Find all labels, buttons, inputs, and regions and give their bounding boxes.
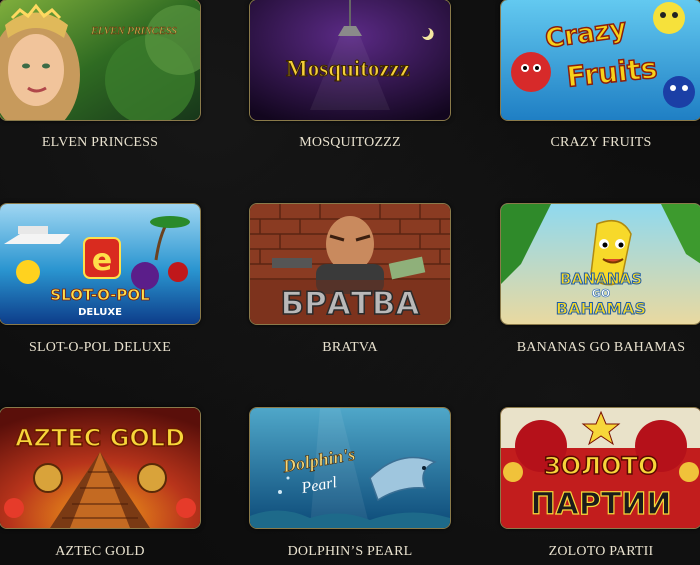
bratva-logo: БРАТВА (280, 286, 419, 322)
zoloto-partii-logo-line-2: ПАРТИИ (531, 487, 672, 522)
elven-princess-artwork: ELVEN PRINCESS (0, 0, 200, 120)
bananas-go-bahamas-artwork: BANANAS GO BAHAMAS (501, 204, 700, 324)
game-card-mosquitozzz[interactable]: Mosquitozzz MOSQUITOZZZ (249, 0, 451, 150)
game-card-dolphins-pearl[interactable]: Dolphin's Pearl DOLPHIN’S PEARL (249, 407, 451, 559)
game-title[interactable]: ELVEN PRINCESS (0, 135, 230, 151)
bananas-logo-line-1: BANANAS (560, 270, 642, 288)
game-grid: ELVEN PRINCESS ELVEN PRINCESS Mosquitozz… (0, 0, 700, 565)
game-title[interactable]: SLOT-O-POL DELUXE (0, 340, 230, 356)
zoloto-partii-logo-line-1: ЗОЛОТО (544, 452, 659, 480)
game-card-crazy-fruits[interactable]: Crazy Fruits CRAZY FRUITS (500, 0, 700, 150)
game-title[interactable]: ZOLOTO PARTII (471, 544, 700, 560)
aztec-gold-artwork: AZTEC GOLD (0, 408, 200, 528)
game-title[interactable]: CRAZY FRUITS (471, 135, 700, 151)
game-card-slot-o-pol[interactable]: e SLOT-O-POL DELUXE SLOT-O-POL DELUXE (0, 203, 201, 355)
mosquitozzz-artwork: Mosquitozzz (250, 0, 450, 120)
game-thumbnail-bratva[interactable]: БРАТВА (249, 203, 451, 325)
game-thumbnail-mosquitozzz[interactable]: Mosquitozzz (249, 0, 451, 121)
game-card-aztec-gold[interactable]: AZTEC GOLD AZTEC GOLD (0, 407, 201, 559)
slot-o-pol-logo-line-1: SLOT-O-POL (50, 286, 150, 304)
dolphins-pearl-artwork: Dolphin's Pearl (250, 408, 450, 528)
game-title[interactable]: MOSQUITOZZZ (220, 135, 480, 151)
slot-o-pol-artwork: e SLOT-O-POL DELUXE (0, 204, 200, 324)
zoloto-partii-artwork: ЗОЛОТО ПАРТИИ (501, 408, 700, 528)
crazy-fruits-artwork: Crazy Fruits (501, 0, 700, 120)
mosquitozzz-logo: Mosquitozzz (286, 56, 410, 81)
elven-princess-logo: ELVEN PRINCESS (90, 25, 177, 37)
aztec-gold-logo: AZTEC GOLD (15, 424, 185, 452)
game-card-bratva[interactable]: БРАТВА BRATVA (249, 203, 451, 355)
game-title[interactable]: AZTEC GOLD (0, 544, 230, 560)
bratva-artwork: БРАТВА (250, 204, 450, 324)
svg-text:e: e (92, 243, 112, 278)
game-title[interactable]: BRATVA (220, 340, 480, 356)
game-card-bananas-go-bahamas[interactable]: BANANAS GO BAHAMAS BANANAS GO BAHAMAS (500, 203, 700, 355)
slot-o-pol-logo-line-2: DELUXE (78, 307, 122, 318)
game-thumbnail-aztec-gold[interactable]: AZTEC GOLD (0, 407, 201, 529)
game-card-elven-princess[interactable]: ELVEN PRINCESS ELVEN PRINCESS (0, 0, 201, 150)
game-thumbnail-elven-princess[interactable]: ELVEN PRINCESS (0, 0, 201, 121)
game-thumbnail-slot-o-pol[interactable]: e SLOT-O-POL DELUXE (0, 203, 201, 325)
game-thumbnail-crazy-fruits[interactable]: Crazy Fruits (500, 0, 700, 121)
game-title[interactable]: BANANAS GO BAHAMAS (471, 340, 700, 356)
bananas-logo-line-3: BAHAMAS (556, 299, 646, 318)
game-title[interactable]: DOLPHIN’S PEARL (220, 544, 480, 560)
game-thumbnail-zoloto-partii[interactable]: ЗОЛОТО ПАРТИИ (500, 407, 700, 529)
game-thumbnail-bananas-go-bahamas[interactable]: BANANAS GO BAHAMAS (500, 203, 700, 325)
game-thumbnail-dolphins-pearl[interactable]: Dolphin's Pearl (249, 407, 451, 529)
game-card-zoloto-partii[interactable]: ЗОЛОТО ПАРТИИ ZOLOTO PARTII (500, 407, 700, 559)
